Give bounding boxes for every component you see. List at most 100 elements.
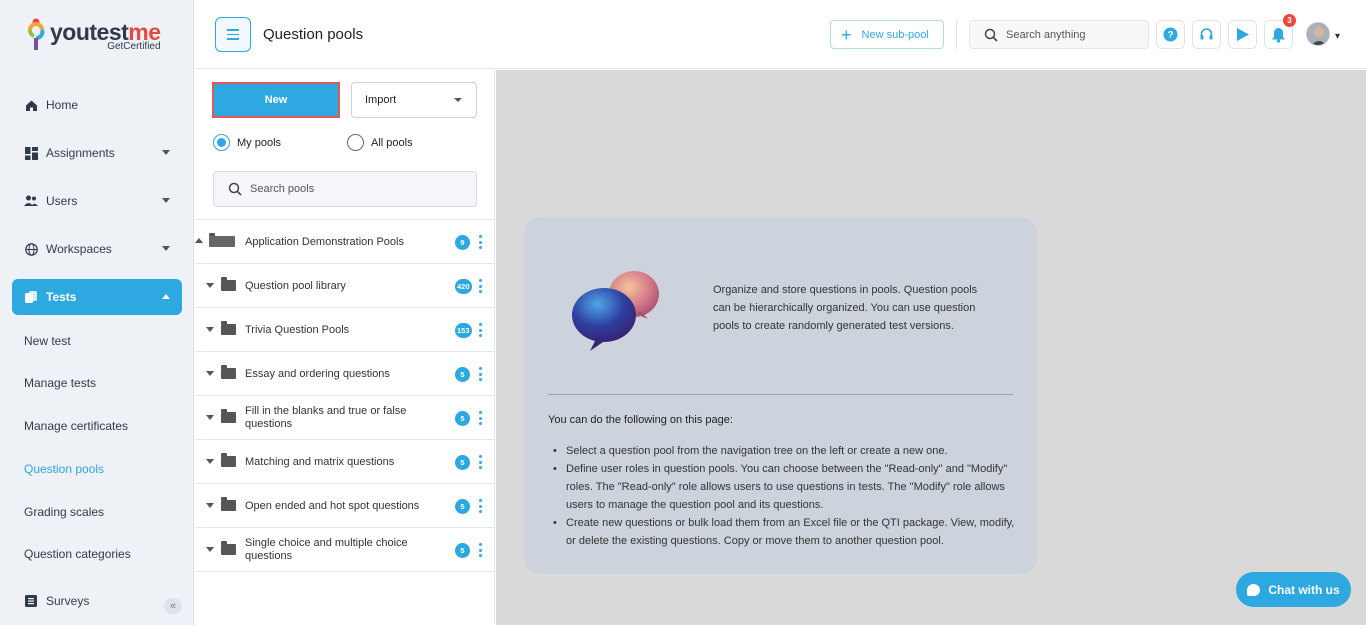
chat-bubbles-icon [572,271,659,351]
pool-row[interactable]: Single choice and multiple choice questi… [195,528,495,572]
pool-row[interactable]: Fill in the blanks and true or false que… [195,396,495,440]
radio-my-pools[interactable]: My pools [213,134,281,151]
notification-badge: 3 [1283,14,1296,27]
bell-icon [1272,27,1285,43]
folder-open-icon [209,233,235,247]
expand-icon[interactable] [206,327,214,332]
sidebar-item-users[interactable]: Users [12,183,182,219]
globe-icon [24,242,38,256]
sidebar-subitem-manage-certificates[interactable]: Manage certificates [24,419,128,433]
expand-icon[interactable] [206,415,214,420]
sidebar-subitem-question-pools[interactable]: Question pools [24,462,104,476]
more-options-icon[interactable] [479,411,482,425]
pool-row[interactable]: Application Demonstration Pools 9 [195,220,495,264]
expand-icon[interactable] [206,283,214,288]
help-icon: ? [1163,27,1178,42]
support-button[interactable] [1192,20,1221,49]
sidebar-subitem-question-categories[interactable]: Question categories [24,547,131,561]
more-options-icon[interactable] [479,367,482,381]
pool-row[interactable]: Essay and ordering questions 5 [195,352,495,396]
expand-icon[interactable] [206,503,214,508]
play-button[interactable] [1228,20,1257,49]
user-avatar-image [1307,23,1329,45]
divider [548,394,1013,395]
chevron-down-icon[interactable]: ▾ [1335,31,1340,42]
new-subpool-button[interactable]: + New sub-pool [830,20,944,49]
chat-icon [1247,583,1261,596]
expand-icon[interactable] [206,371,214,376]
sidebar-item-assignments[interactable]: Assignments [12,135,182,171]
more-options-icon[interactable] [479,499,482,513]
import-label: Import [365,94,397,106]
sidebar-item-workspaces[interactable]: Workspaces [12,231,182,267]
expand-icon[interactable] [206,547,214,552]
users-icon [24,194,38,208]
chevron-down-icon [162,198,170,203]
global-search-placeholder: Search anything [1006,28,1086,41]
pools-panel: New Import My pools All pools Search poo… [195,70,495,625]
expand-icon[interactable] [206,459,214,464]
sidebar-subitem-manage-tests[interactable]: Manage tests [24,376,96,390]
logo[interactable]: youtestme GetCertified [26,18,161,54]
more-options-icon[interactable] [479,455,482,469]
sidebar: youtestme GetCertified Home Assignments … [0,0,194,625]
tests-icon [24,290,38,304]
list-item: Define user roles in question pools. You… [548,460,1018,514]
help-button[interactable]: ? [1156,20,1185,49]
pool-name: Question pool library [245,280,346,292]
folder-icon [221,453,236,467]
import-dropdown[interactable]: Import [351,82,477,118]
hamburger-icon-line [227,33,239,36]
pool-row[interactable]: Trivia Question Pools 153 [195,308,495,352]
collapse-sidebar-button[interactable]: « [164,598,182,614]
folder-icon [221,409,236,423]
info-description: Organize and store questions in pools. Q… [713,284,978,332]
sidebar-item-tests[interactable]: Tests [12,279,182,315]
sidebar-subitem-grading-scales[interactable]: Grading scales [24,505,104,519]
pool-name: Trivia Question Pools [245,324,350,336]
more-options-icon[interactable] [479,323,482,337]
more-options-icon[interactable] [479,235,482,249]
home-icon [24,98,38,112]
sidebar-item-label: Surveys [46,594,90,608]
sidebar-subitem-new-test[interactable]: New test [24,334,71,348]
info-card: Organize and store questions in pools. Q… [524,217,1037,574]
pool-name: Single choice and multiple choice questi… [245,537,408,562]
pool-count-badge: 5 [455,411,470,426]
pool-name: Open ended and hot spot questions [245,500,420,512]
chevron-down-icon [454,98,462,102]
pool-row[interactable]: Matching and matrix questions 5 [195,440,495,484]
svg-text:?: ? [1167,30,1173,41]
search-icon [228,182,242,196]
global-search-input[interactable]: Search anything [969,20,1149,49]
pool-count-badge: 9 [455,235,470,250]
pool-count-badge: 5 [455,455,470,470]
sidebar-item-surveys[interactable]: Surveys [12,583,182,619]
more-options-icon[interactable] [479,543,482,557]
chat-with-us-button[interactable]: Chat with us [1236,572,1351,607]
pool-search-input[interactable]: Search pools [213,171,477,207]
new-pool-button[interactable]: New [212,82,340,118]
search-icon [984,28,998,42]
pool-row[interactable]: Open ended and hot spot questions 5 [195,484,495,528]
pool-row[interactable]: Question pool library 420 [195,264,495,308]
surveys-icon [24,594,38,608]
radio-unchecked-icon [347,134,364,151]
sidebar-item-home[interactable]: Home [12,87,182,123]
avatar[interactable] [1306,22,1330,46]
new-subpool-label: New sub-pool [861,28,929,41]
chat-label: Chat with us [1268,582,1340,597]
sidebar-item-label: Home [46,98,79,112]
pool-name: Application Demonstration Pools [245,236,404,248]
folder-icon [221,321,236,335]
sidebar-item-label: Workspaces [46,242,112,256]
headset-icon [1200,28,1213,40]
topbar: Question pools + New sub-pool Search any… [195,0,1366,69]
radio-all-pools[interactable]: All pools [347,134,413,151]
list-item: Select a question pool from the navigati… [548,442,1018,460]
more-options-icon[interactable] [479,279,482,293]
info-heading: You can do the following on this page: [548,414,733,426]
collapse-icon[interactable] [195,238,203,243]
folder-icon [221,365,236,379]
menu-toggle-button[interactable] [215,17,251,52]
